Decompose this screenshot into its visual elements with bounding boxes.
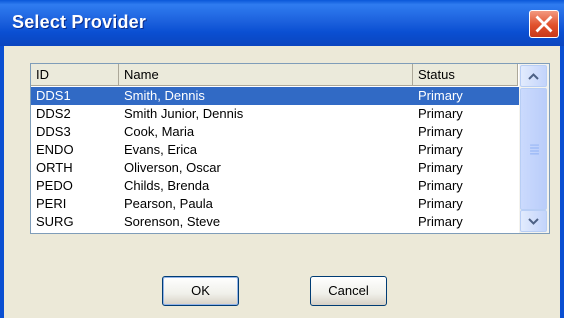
row-name-cell: Cook, Maria <box>124 124 195 139</box>
row-id-cell: DDS1 <box>36 88 71 103</box>
window-title: Select Provider <box>12 12 147 32</box>
list-rows: DDS1 Smith, Dennis Primary DDS2 Smith Junior… <box>31 87 519 231</box>
row-status-cell: Primary <box>418 142 463 157</box>
table-row[interactable]: DDS3 Cook, Maria Primary <box>31 123 519 141</box>
scroll-down-button[interactable] <box>520 210 547 232</box>
row-id-cell: DDS2 <box>36 106 71 121</box>
row-id-cell: ENDO <box>36 142 74 157</box>
table-row[interactable]: PERI Pearson, Paula Primary <box>31 195 519 213</box>
chevron-down-icon <box>528 218 539 225</box>
table-row[interactable]: DDS2 Smith Junior, Dennis Primary <box>31 105 519 123</box>
row-name-cell: Smith, Dennis <box>124 88 205 103</box>
scroll-up-button[interactable] <box>520 65 547 87</box>
column-header-id[interactable]: ID <box>31 64 119 86</box>
row-status-cell: Primary <box>418 124 463 139</box>
vertical-scrollbar[interactable] <box>519 64 549 233</box>
grip-icon <box>530 144 539 155</box>
row-id-cell: PERI <box>36 196 67 211</box>
row-status-cell: Primary <box>418 214 463 229</box>
title-bar[interactable]: Select Provider <box>0 0 564 46</box>
close-button[interactable] <box>529 10 559 38</box>
row-id-cell: ORTH <box>36 160 73 175</box>
row-status-cell: Primary <box>418 178 463 193</box>
row-name-cell: Oliverson, Oscar <box>124 160 221 175</box>
row-id-cell: SURG <box>36 214 74 229</box>
table-row[interactable]: ORTH Oliverson, Oscar Primary <box>31 159 519 177</box>
chevron-up-icon <box>528 73 539 80</box>
list-header: ID Name Status <box>31 64 518 86</box>
column-header-status[interactable]: Status <box>413 64 518 86</box>
row-name-cell: Smith Junior, Dennis <box>124 106 244 121</box>
ok-button[interactable]: OK <box>162 276 239 306</box>
table-row[interactable]: PEDO Childs, Brenda Primary <box>31 177 519 195</box>
row-id-cell: DDS3 <box>36 124 71 139</box>
row-status-cell: Primary <box>418 196 463 211</box>
row-name-cell: Sorenson, Steve <box>124 214 221 229</box>
window-frame-left <box>0 46 4 318</box>
table-row[interactable]: SURG Sorenson, Steve Primary <box>31 213 519 231</box>
cancel-button[interactable]: Cancel <box>310 276 387 306</box>
table-row[interactable]: DDS1 Smith, Dennis Primary <box>31 87 519 105</box>
row-status-cell: Primary <box>418 88 463 103</box>
scroll-thumb[interactable] <box>520 88 547 210</box>
table-row[interactable]: ENDO Evans, Erica Primary <box>31 141 519 159</box>
close-icon <box>535 15 553 33</box>
window-frame-right <box>560 46 564 318</box>
row-id-cell: PEDO <box>36 178 73 193</box>
provider-list[interactable]: ID Name Status DDS1 Smith, Dennis Primary D… <box>30 63 550 234</box>
column-header-name[interactable]: Name <box>119 64 413 86</box>
row-name-cell: Childs, Brenda <box>124 178 210 193</box>
row-name-cell: Pearson, Paula <box>124 196 213 211</box>
row-name-cell: Evans, Erica <box>124 142 197 157</box>
row-status-cell: Primary <box>418 106 463 121</box>
row-status-cell: Primary <box>418 160 463 175</box>
